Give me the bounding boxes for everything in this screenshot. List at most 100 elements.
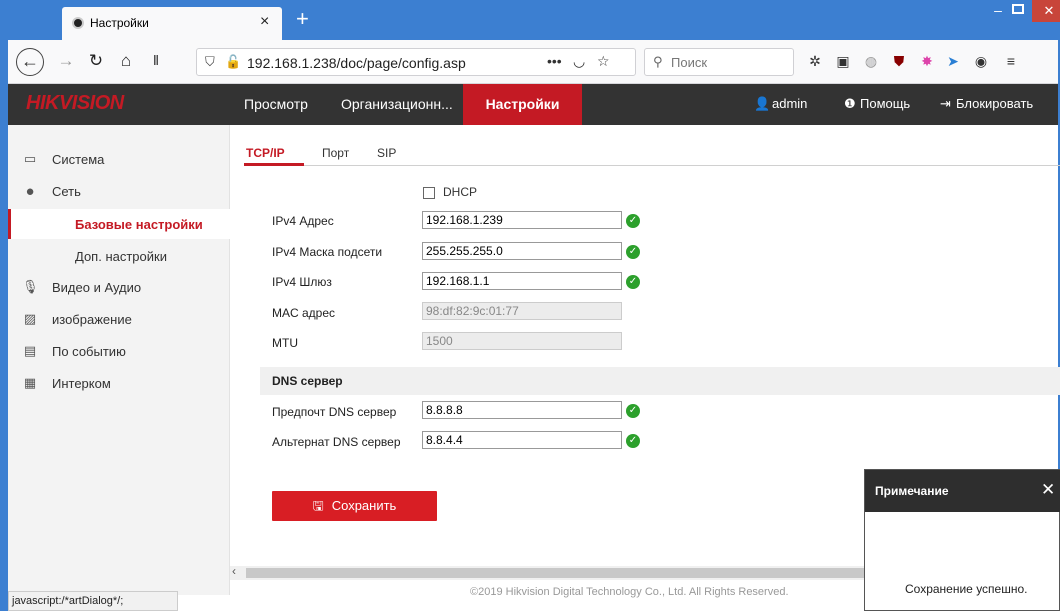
menu-hamburger-icon[interactable]: ≡ — [1002, 53, 1020, 71]
sidebar-item-label: Доп. настройки — [75, 249, 167, 264]
gateway-input[interactable] — [422, 272, 622, 290]
tab-close-icon[interactable]: × — [260, 13, 269, 31]
notice-dialog-message: Сохранение успешно. — [905, 582, 1028, 596]
scroll-left-icon[interactable]: ‹ — [232, 564, 236, 578]
menu-settings[interactable]: Настройки — [463, 84, 582, 125]
dns-section-title: DNS сервер — [272, 374, 343, 388]
sidebar-item-label: По событию — [52, 344, 126, 359]
reload-icon[interactable]: ↻ — [84, 49, 108, 73]
help-link[interactable]: Помощь — [860, 96, 910, 111]
ipv4-label: IPv4 Адрес — [272, 214, 334, 228]
mask-input[interactable] — [422, 242, 622, 260]
library-icon[interactable]: ⦀ — [144, 49, 168, 73]
sidebar-item-network[interactable]: ● Сеть — [8, 177, 230, 205]
menu-live-view[interactable]: Просмотр — [244, 96, 308, 112]
mask-label: IPv4 Маска подсети — [272, 245, 383, 259]
notice-dialog-header: Примечание ✕ — [865, 470, 1060, 512]
sidebar-item-label: Видео и Аудио — [52, 280, 142, 295]
notice-dialog-title: Примечание — [875, 484, 949, 498]
mac-input — [422, 302, 622, 320]
sidebar-item-basic-settings[interactable]: Базовые настройки — [8, 209, 230, 239]
tracking-shield-icon[interactable]: ⛉ — [205, 54, 215, 70]
save-button[interactable]: 🖫 Сохранить — [272, 491, 437, 521]
back-arrow-icon[interactable]: ← — [16, 48, 44, 76]
dns2-label: Альтернат DNS сервер — [272, 435, 401, 449]
sidebar-item-system[interactable]: ▭ Система — [8, 145, 230, 173]
menu-organization[interactable]: Организационн... — [341, 96, 453, 112]
url-bar[interactable]: ⛉ 🔓 192.168.1.238/doc/page/config.asp ••… — [196, 48, 636, 76]
sidebar: ▭ Система ● Сеть Базовые настройки Доп. … — [8, 125, 230, 595]
search-bar[interactable]: ⚲ Поиск — [644, 48, 794, 76]
home-icon[interactable]: ⌂ — [114, 49, 138, 73]
sidebar-item-intercom[interactable]: ▦ Интерком — [8, 369, 230, 397]
gateway-label: IPv4 Шлюз — [272, 275, 332, 289]
active-tab-underline — [244, 163, 304, 166]
url-text[interactable]: 192.168.1.238/doc/page/config.asp — [247, 55, 466, 71]
dns-section-header: DNS сервер — [260, 367, 1060, 395]
scrollbar-thumb[interactable] — [246, 568, 864, 578]
dns1-input[interactable] — [422, 401, 622, 419]
intercom-icon: ▦ — [23, 375, 37, 390]
mac-label: MAC адрес — [272, 306, 336, 320]
window-border-left — [0, 0, 8, 611]
ublock-icon[interactable]: ⛊ — [890, 53, 908, 71]
browser-titlebar: Настройки × + – ✕ — [8, 0, 1060, 40]
forward-arrow-icon[interactable]: → — [54, 49, 78, 73]
tab-port[interactable]: Порт — [322, 146, 349, 160]
dhcp-checkbox[interactable] — [423, 187, 435, 199]
tab-tcpip[interactable]: TCP/IP — [246, 146, 285, 160]
tab-title: Настройки — [90, 16, 149, 30]
copyright-footer: ©2019 Hikvision Digital Technology Co., … — [470, 586, 789, 598]
mtu-input — [422, 332, 622, 350]
calendar-icon: ▤ — [23, 343, 37, 358]
sidebar-item-label: Интерком — [52, 376, 111, 391]
dns2-input[interactable] — [422, 431, 622, 449]
sidebar-item-label: изображение — [52, 312, 132, 327]
search-icon: ⚲ — [653, 54, 663, 69]
save-button-label: Сохранить — [331, 498, 397, 513]
window-close-button[interactable]: ✕ — [1032, 0, 1060, 22]
brand-logo: HIKVISION — [26, 92, 124, 114]
browser-tab[interactable]: Настройки × — [62, 7, 282, 40]
sidebar-item-label: Базовые настройки — [75, 217, 203, 232]
colorful-extension-icon[interactable]: ✸ — [918, 53, 936, 71]
window-maximize-button[interactable] — [1012, 4, 1024, 14]
page-actions-icon[interactable]: ••• — [547, 53, 562, 69]
image-icon: ▨ — [23, 311, 37, 326]
mask-valid-icon: ✓ — [626, 245, 640, 259]
app-header: HIKVISION Просмотр Организационн... Наст… — [8, 84, 1058, 125]
window-minimize-button[interactable]: – — [986, 2, 1010, 22]
bookmark-star-icon[interactable]: ☆ — [597, 53, 610, 70]
pocket-icon[interactable]: ◡ — [573, 53, 585, 70]
sidebar-item-video-audio[interactable]: 🎙 Видео и Аудио — [8, 273, 230, 301]
account-icon[interactable]: ◉ — [972, 53, 990, 71]
tab-sip[interactable]: SIP — [377, 146, 396, 160]
notice-dialog: Примечание ✕ Сохранение успешно. — [864, 469, 1060, 611]
cursor-extension-icon[interactable]: ➤ — [944, 53, 962, 71]
tabs-divider — [244, 165, 1060, 166]
lock-link[interactable]: Блокировать — [956, 96, 1033, 111]
sidebar-item-events[interactable]: ▤ По событию — [8, 337, 230, 365]
insecure-lock-icon[interactable]: 🔓 — [225, 54, 241, 70]
sidebar-item-advanced-settings[interactable]: Доп. настройки — [8, 241, 230, 271]
user-name[interactable]: admin — [772, 96, 807, 111]
new-tab-button[interactable]: + — [296, 6, 309, 32]
ipv4-valid-icon: ✓ — [626, 214, 640, 228]
globe-extension-icon[interactable]: ◍ — [862, 53, 880, 71]
dns1-valid-icon: ✓ — [626, 404, 640, 418]
close-icon[interactable]: ✕ — [1041, 480, 1055, 500]
horizontal-scrollbar[interactable]: ‹ — [230, 564, 864, 580]
user-icon: 👤 — [754, 96, 771, 111]
tab-favicon-icon — [72, 17, 84, 29]
sidebar-item-image[interactable]: ▨ изображение — [8, 305, 230, 333]
search-placeholder: Поиск — [671, 55, 708, 70]
browser-status-bar: javascript:/*artDialog*/; — [8, 591, 178, 611]
ipv4-input[interactable] — [422, 211, 622, 229]
gateway-valid-icon: ✓ — [626, 275, 640, 289]
dns2-valid-icon: ✓ — [626, 434, 640, 448]
extension-gear-icon[interactable]: ✲ — [806, 53, 824, 71]
floppy-disk-icon: 🖫 — [312, 498, 324, 513]
help-icon: ❶ — [844, 96, 856, 111]
dns1-label: Предпочт DNS сервер — [272, 405, 397, 419]
reader-icon[interactable]: ▣ — [834, 53, 852, 71]
